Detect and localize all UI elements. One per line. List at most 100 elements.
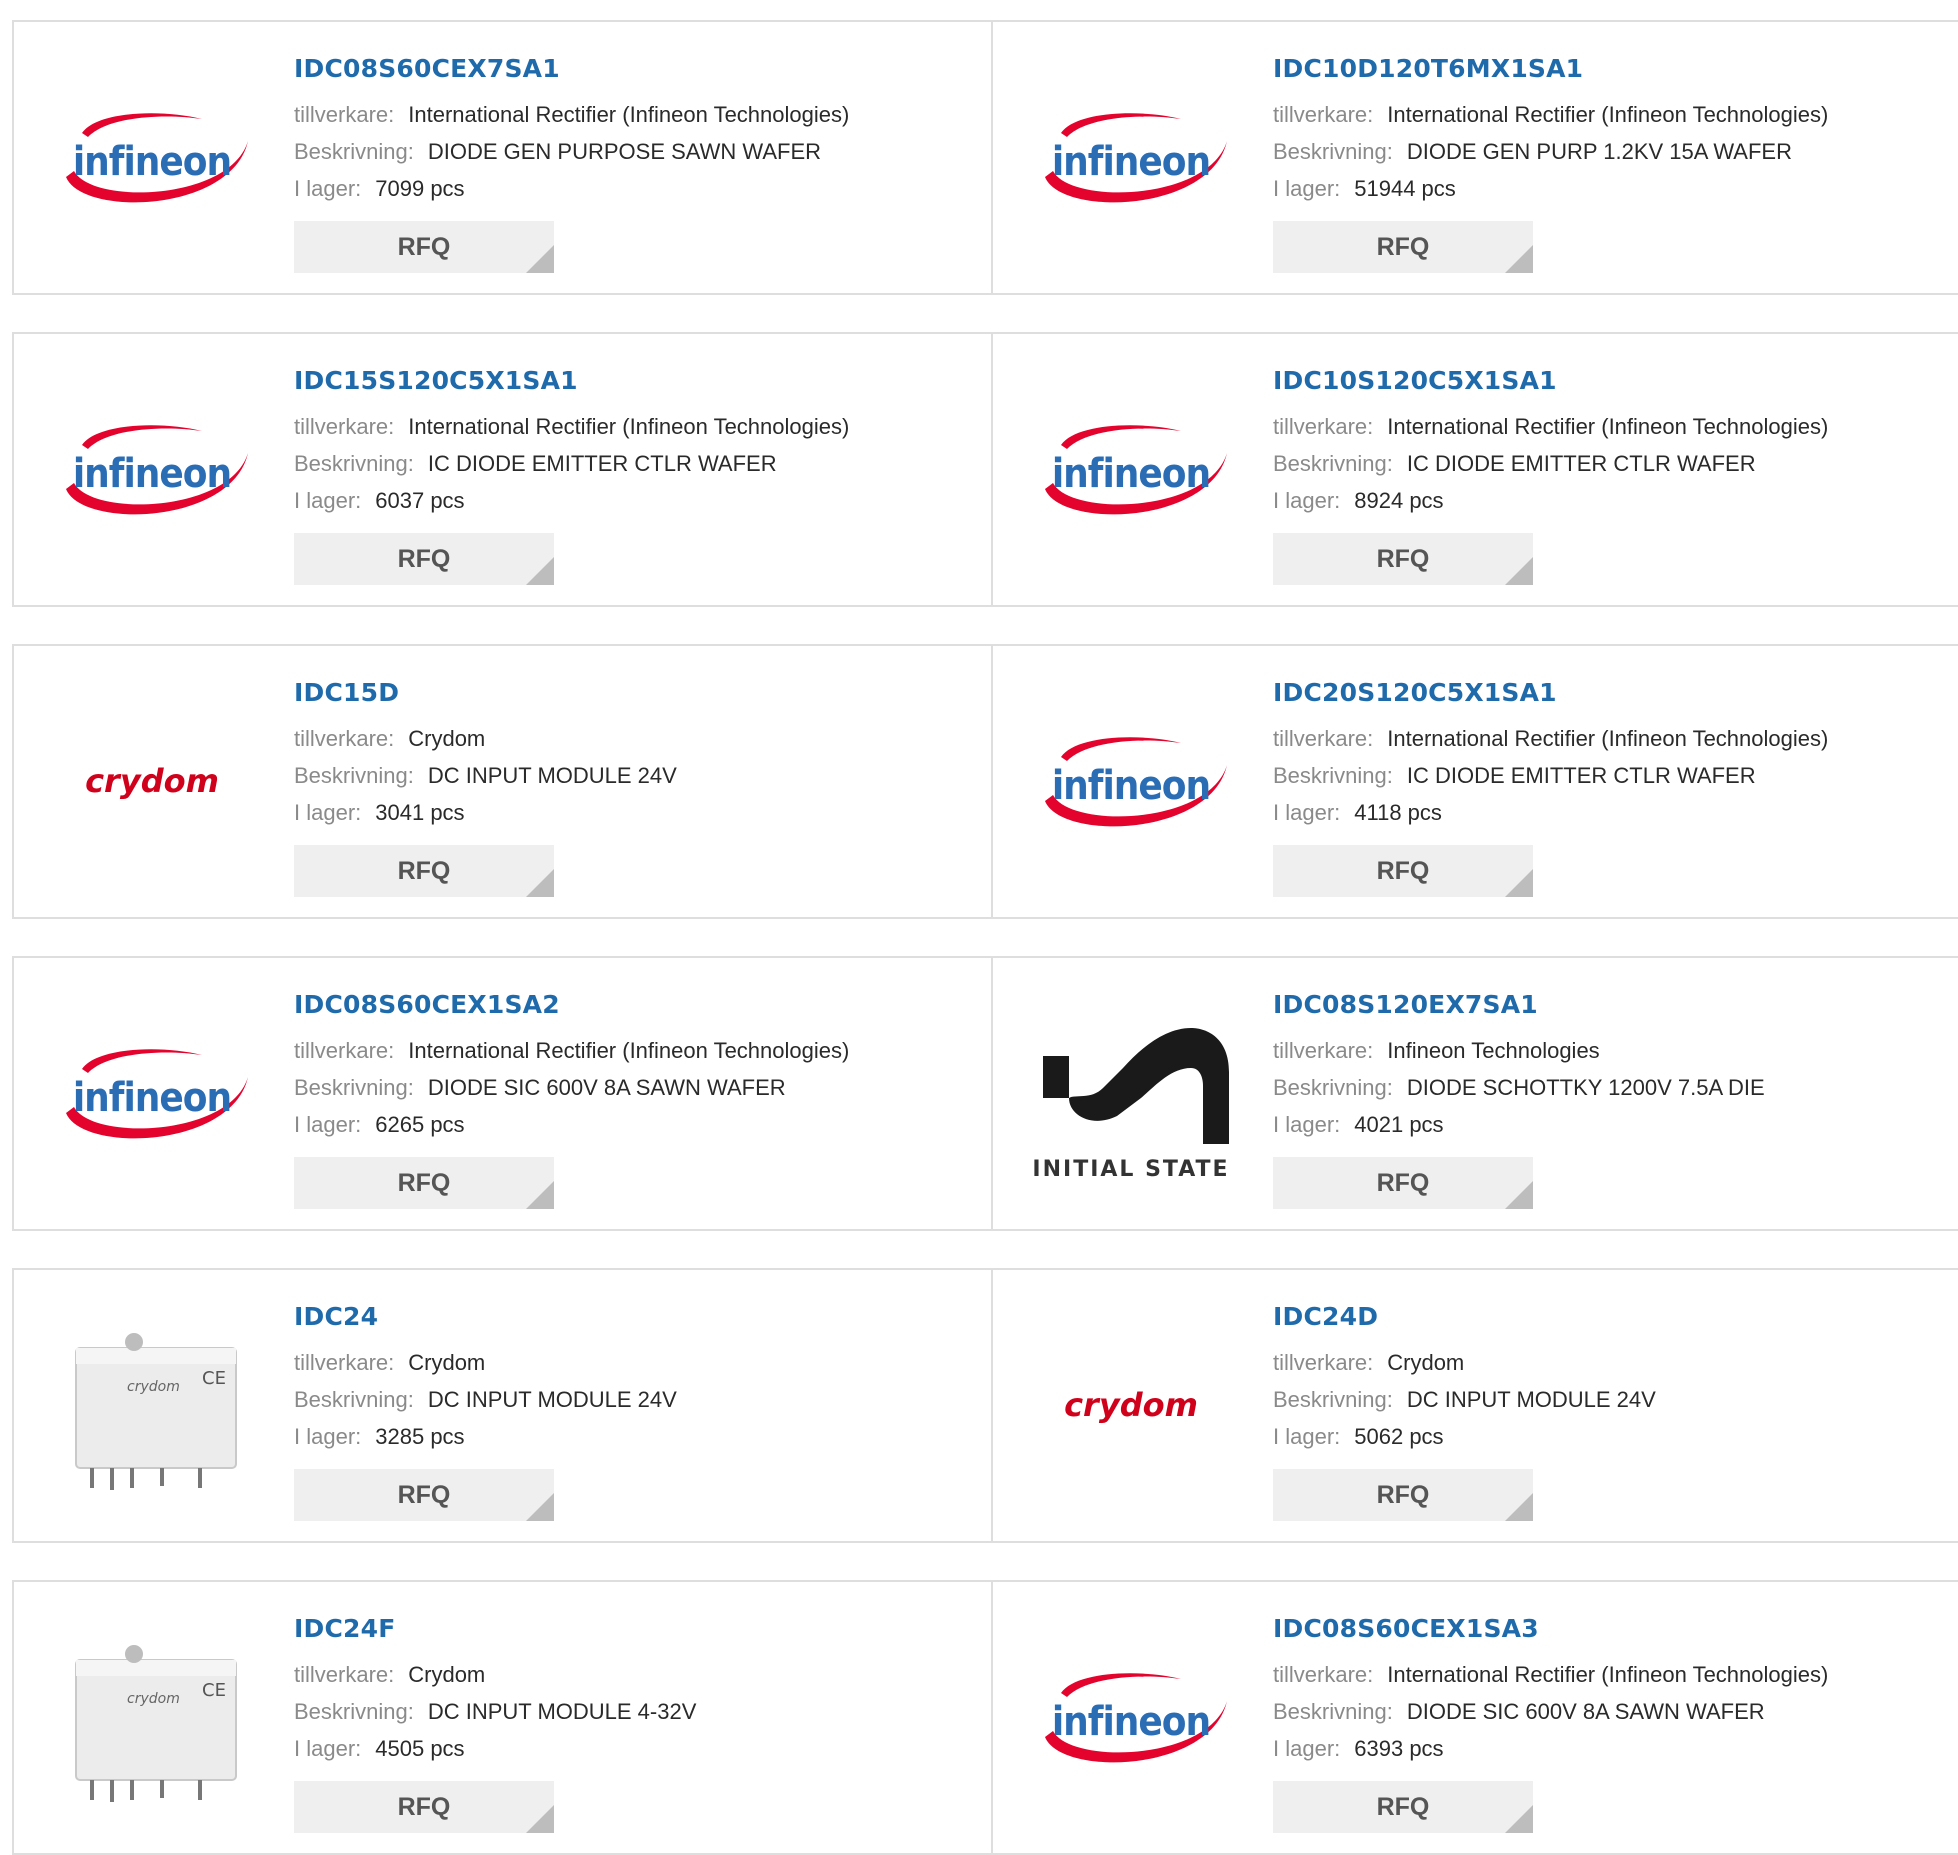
manufacturer-logo[interactable]: infineon <box>1031 684 1231 884</box>
rfq-button[interactable]: RFQ <box>294 533 554 585</box>
manufacturer-line: tillverkare: International Rectifier (Inf… <box>294 96 849 133</box>
product-card: crydom CE IDC24 tillverkare: Crydom Beskrivni… <box>14 1270 993 1541</box>
manufacturer-line: tillverkare: International Rectifier (Inf… <box>294 1032 849 1069</box>
rfq-label: RFQ <box>397 232 451 261</box>
stock-value: 4505 pcs <box>375 1736 465 1761</box>
product-info: IDC08S120EX7SA1 tillverkare: Infineon Tech… <box>1273 988 1765 1209</box>
description-line: Beskrivning: IC DIODE EMITTER CTLR WAFER <box>1273 445 1828 482</box>
rfq-button[interactable]: RFQ <box>1273 1469 1533 1521</box>
manufacturer-logo[interactable]: infineon <box>1031 372 1231 572</box>
corner-triangle-icon <box>1505 245 1533 273</box>
description-line: Beskrivning: DC INPUT MODULE 24V <box>1273 1381 1656 1418</box>
rfq-label: RFQ <box>1376 1480 1430 1509</box>
part-number-link[interactable]: IDC24 <box>294 1300 677 1334</box>
manufacturer-logo[interactable]: crydom CE <box>52 1308 252 1508</box>
logo-text: infineon <box>1052 451 1210 497</box>
logo-text: crydom <box>1064 1386 1198 1424</box>
stock-line: I lager: 4505 pcs <box>294 1730 696 1767</box>
part-number-link[interactable]: IDC08S60CEX7SA1 <box>294 52 849 86</box>
stock-line: I lager: 4118 pcs <box>1273 794 1828 831</box>
manufacturer-label: tillverkare: <box>294 102 395 127</box>
part-number-link[interactable]: IDC24D <box>1273 1300 1656 1334</box>
part-number-link[interactable]: IDC08S120EX7SA1 <box>1273 988 1765 1022</box>
manufacturer-line: tillverkare: International Rectifier (Inf… <box>1273 96 1828 133</box>
manufacturer-value: Infineon Technologies <box>1387 1038 1600 1063</box>
rfq-button[interactable]: RFQ <box>294 845 554 897</box>
logo-text: infineon <box>1052 763 1210 809</box>
manufacturer-label: tillverkare: <box>294 726 395 751</box>
manufacturer-logo[interactable]: INITIAL STATE <box>1031 996 1231 1196</box>
manufacturer-value: International Rectifier (Infineon Techno… <box>1387 726 1829 751</box>
part-number-link[interactable]: IDC15D <box>294 676 677 710</box>
stock-line: I lager: 51944 pcs <box>1273 170 1828 207</box>
description-value: IC DIODE EMITTER CTLR WAFER <box>427 451 777 476</box>
stock-label: I lager: <box>1273 488 1341 513</box>
part-number-link[interactable]: IDC08S60CEX1SA2 <box>294 988 849 1022</box>
part-number-link[interactable]: IDC20S120C5X1SA1 <box>1273 676 1828 710</box>
description-label: Beskrivning: <box>294 1075 414 1100</box>
part-number-link[interactable]: IDC10S120C5X1SA1 <box>1273 364 1828 398</box>
manufacturer-label: tillverkare: <box>1273 726 1374 751</box>
logo-text: INITIAL STATE <box>1032 1157 1229 1182</box>
manufacturer-logo[interactable]: crydom CE <box>52 1620 252 1820</box>
rfq-button[interactable]: RFQ <box>1273 533 1533 585</box>
manufacturer-value: International Rectifier (Infineon Techno… <box>408 102 850 127</box>
stock-value: 4118 pcs <box>1354 800 1442 825</box>
rfq-label: RFQ <box>397 1168 451 1197</box>
manufacturer-logo[interactable]: crydom <box>1031 1308 1231 1508</box>
rfq-label: RFQ <box>397 856 451 885</box>
part-number-link[interactable]: IDC08S60CEX1SA3 <box>1273 1612 1828 1646</box>
stock-line: I lager: 7099 pcs <box>294 170 849 207</box>
description-value: DC INPUT MODULE 24V <box>427 763 677 788</box>
manufacturer-label: tillverkare: <box>1273 1662 1374 1687</box>
svg-text:CE: CE <box>202 1368 226 1389</box>
relay-module-photo-icon: crydom CE <box>75 1333 237 1490</box>
manufacturer-logo[interactable]: infineon <box>1031 60 1231 260</box>
part-number-link[interactable]: IDC10D120T6MX1SA1 <box>1273 52 1828 86</box>
rfq-button[interactable]: RFQ <box>294 1157 554 1209</box>
rfq-button[interactable]: RFQ <box>1273 221 1533 273</box>
part-number-link[interactable]: IDC24F <box>294 1612 696 1646</box>
infineon-logo-icon: infineon <box>1045 113 1227 203</box>
rfq-button[interactable]: RFQ <box>1273 1157 1533 1209</box>
description-value: DIODE GEN PURP 1.2KV 15A WAFER <box>1406 139 1792 164</box>
manufacturer-label: tillverkare: <box>294 1038 395 1063</box>
logo-text: infineon <box>1052 1699 1210 1745</box>
manufacturer-logo[interactable]: infineon <box>52 996 252 1196</box>
rfq-button[interactable]: RFQ <box>294 221 554 273</box>
part-number-link[interactable]: IDC15S120C5X1SA1 <box>294 364 849 398</box>
rfq-button[interactable]: RFQ <box>294 1781 554 1833</box>
stock-label: I lager: <box>294 1424 362 1449</box>
rfq-button[interactable]: RFQ <box>1273 1781 1533 1833</box>
manufacturer-line: tillverkare: International Rectifier (Inf… <box>1273 720 1828 757</box>
description-label: Beskrivning: <box>1273 1699 1393 1724</box>
stock-value: 3041 pcs <box>375 800 465 825</box>
infineon-logo-icon: infineon <box>66 113 248 203</box>
logo-text: crydom <box>127 1691 180 1707</box>
stock-label: I lager: <box>1273 1424 1341 1449</box>
corner-triangle-icon <box>1505 1493 1533 1521</box>
corner-triangle-icon <box>526 869 554 897</box>
stock-line: I lager: 4021 pcs <box>1273 1106 1765 1143</box>
description-label: Beskrivning: <box>294 1699 414 1724</box>
stock-value: 6037 pcs <box>375 488 465 513</box>
manufacturer-logo[interactable]: infineon <box>52 60 252 260</box>
manufacturer-logo[interactable]: infineon <box>52 372 252 572</box>
description-line: Beskrivning: DIODE SIC 600V 8A SAWN WAFER <box>294 1069 849 1106</box>
product-card: infineon IDC10S120C5X1SA1 tillverkare: Inte… <box>993 334 1958 605</box>
manufacturer-label: tillverkare: <box>1273 102 1374 127</box>
manufacturer-logo[interactable]: infineon <box>1031 1620 1231 1820</box>
stock-value: 5062 pcs <box>1354 1424 1444 1449</box>
description-line: Beskrivning: DIODE SIC 600V 8A SAWN WAFER <box>1273 1693 1828 1730</box>
description-line: Beskrivning: DC INPUT MODULE 24V <box>294 1381 677 1418</box>
rfq-button[interactable]: RFQ <box>1273 845 1533 897</box>
stock-value: 3285 pcs <box>375 1424 465 1449</box>
rfq-label: RFQ <box>1376 544 1430 573</box>
rfq-button[interactable]: RFQ <box>294 1469 554 1521</box>
manufacturer-logo[interactable]: crydom <box>52 684 252 884</box>
product-info: IDC15S120C5X1SA1 tillverkare: Internationa… <box>294 364 849 585</box>
manufacturer-label: tillverkare: <box>1273 1038 1374 1063</box>
description-label: Beskrivning: <box>1273 139 1393 164</box>
stock-label: I lager: <box>294 488 362 513</box>
description-line: Beskrivning: DIODE GEN PURP 1.2KV 15A WAF… <box>1273 133 1828 170</box>
